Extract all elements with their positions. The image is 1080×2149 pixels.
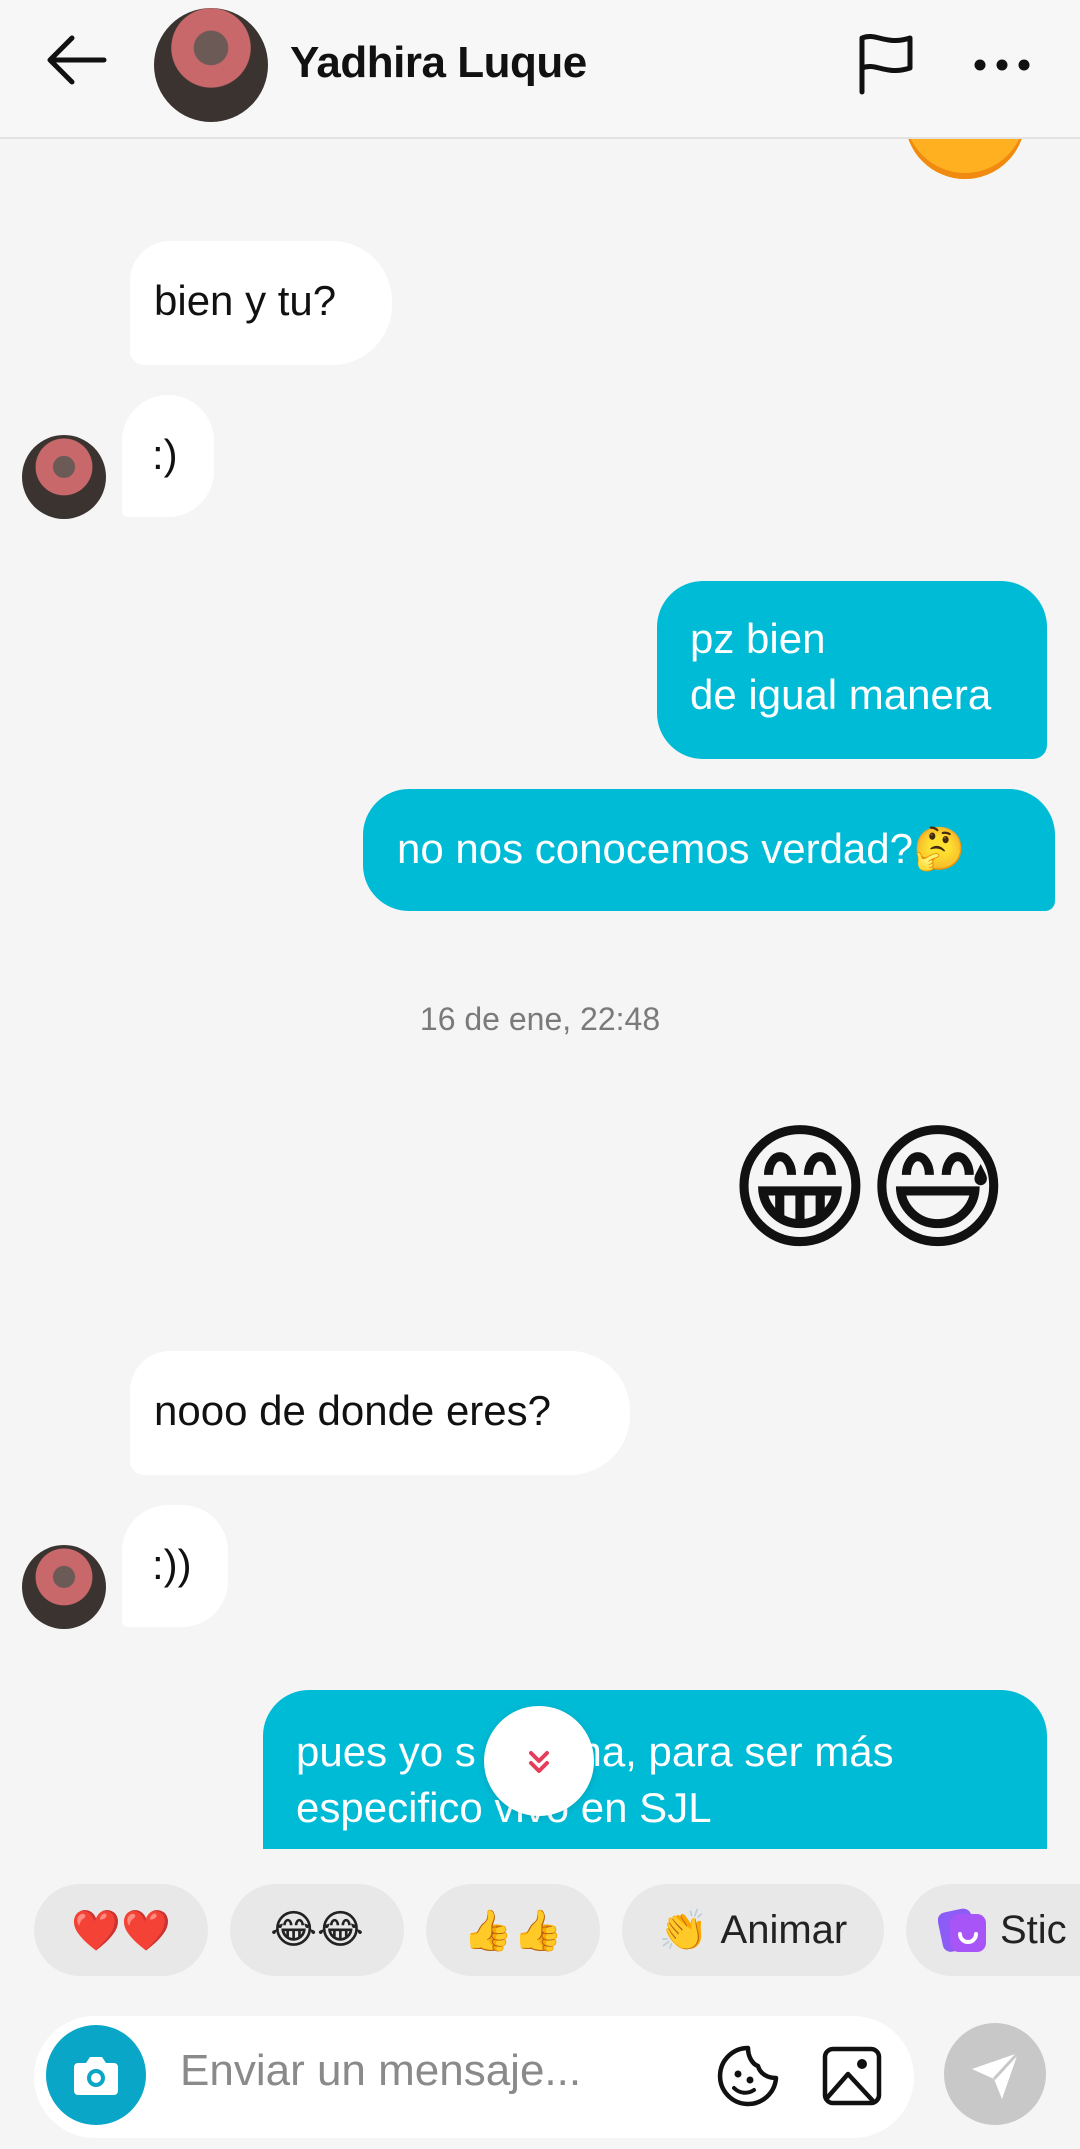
- contact-name[interactable]: Yadhira Luque: [290, 38, 587, 88]
- message-text: no nos conocemos verdad?🤔: [397, 825, 966, 872]
- report-button[interactable]: [856, 32, 916, 96]
- flag-icon: [859, 34, 913, 95]
- send-button[interactable]: [944, 2023, 1046, 2125]
- sender-avatar[interactable]: [22, 435, 106, 519]
- message-text-line: pz bien: [690, 615, 826, 662]
- message-text-line: pues yo s e Lima, para ser más: [296, 1728, 894, 1775]
- quick-reply-thumbs-up[interactable]: 👍👍: [426, 1884, 600, 1976]
- quick-reply-hearts[interactable]: ❤️❤️: [34, 1884, 208, 1976]
- incoming-message[interactable]: :)): [122, 1505, 228, 1627]
- outgoing-message[interactable]: pz bien de igual manera: [657, 581, 1047, 759]
- camera-icon: [74, 2057, 118, 2095]
- outgoing-emoji-message[interactable]: 😁😅: [728, 1109, 1010, 1269]
- partial-emoji: [905, 139, 1025, 179]
- quick-reply-label: ❤️❤️: [71, 1908, 171, 1953]
- clap-icon: 👏: [658, 1908, 709, 1953]
- back-arrow-icon: [47, 35, 107, 85]
- quick-reply-laugh[interactable]: 😂😂: [230, 1884, 404, 1976]
- message-text: :)): [152, 1541, 192, 1588]
- gallery-button[interactable]: [820, 2044, 884, 2108]
- message-text: nooo de donde eres?: [154, 1387, 552, 1434]
- message-list[interactable]: bien y tu? :) pz bien de igual manera no…: [0, 139, 1080, 1849]
- quick-reply-label: 😂😂: [270, 1908, 364, 1952]
- message-text: :): [152, 431, 178, 478]
- timestamp: 16 de ene, 22:48: [419, 1001, 661, 1037]
- incoming-message[interactable]: nooo de donde eres?: [130, 1351, 630, 1475]
- outgoing-message[interactable]: no nos conocemos verdad?🤔: [363, 789, 1055, 911]
- quick-reply-label: Animar: [720, 1907, 848, 1952]
- sticker-button[interactable]: [716, 2044, 780, 2108]
- quick-reply-animar[interactable]: 👏 Animar: [622, 1884, 884, 1976]
- sticker-icon: [938, 1908, 986, 1952]
- message-text-line: de igual manera: [690, 671, 992, 718]
- sticker-face-icon: [717, 2045, 779, 2107]
- contact-avatar[interactable]: [154, 8, 268, 122]
- more-options-button[interactable]: [968, 40, 1038, 90]
- chevron-double-down-icon: [529, 1751, 549, 1773]
- quick-reply-label: 👍👍: [463, 1908, 563, 1953]
- sender-avatar[interactable]: [22, 1545, 106, 1629]
- message-text: bien y tu?: [154, 277, 337, 324]
- quick-reply-stickers[interactable]: Stic: [906, 1884, 1080, 1976]
- send-icon: [972, 2051, 1020, 2099]
- back-button[interactable]: [42, 30, 112, 90]
- camera-button[interactable]: [46, 2025, 146, 2125]
- gallery-icon: [822, 2046, 882, 2106]
- quick-reply-label: Stic: [1000, 1907, 1067, 1952]
- message-input[interactable]: Enviar un mensaje...: [180, 2046, 581, 2096]
- incoming-message[interactable]: :): [122, 395, 214, 517]
- more-icon: [974, 59, 1030, 71]
- scroll-to-bottom-button[interactable]: [484, 1706, 594, 1816]
- chat-header: Yadhira Luque: [0, 0, 1080, 139]
- incoming-message[interactable]: bien y tu?: [130, 241, 392, 365]
- outgoing-message[interactable]: pues yo s e Lima, para ser más especific…: [263, 1690, 1047, 1849]
